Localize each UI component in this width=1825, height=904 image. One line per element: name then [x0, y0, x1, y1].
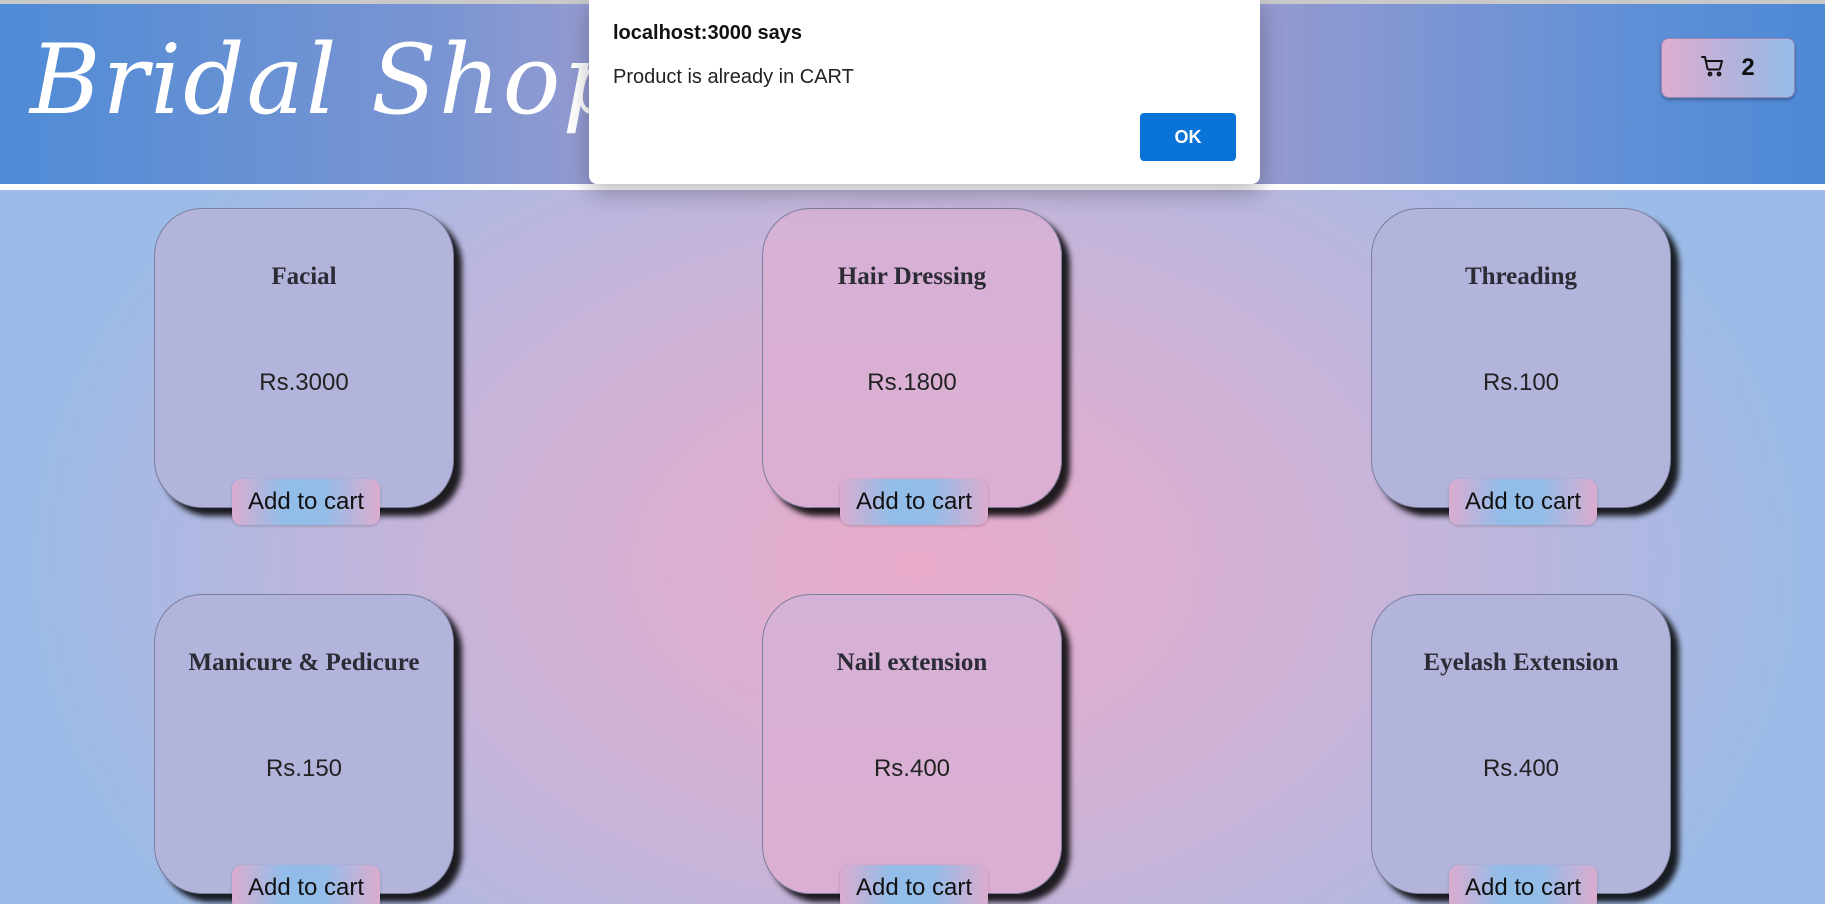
add-to-cart-button[interactable]: Add to cart [840, 865, 988, 904]
product-price: Rs.400 [1482, 755, 1560, 782]
alert-title: localhost:3000 says [613, 22, 802, 44]
product-title: Nail extension [836, 649, 988, 676]
product-title: Threading [1464, 263, 1578, 290]
product-price: Rs.400 [873, 755, 951, 782]
add-to-cart-button[interactable]: Add to cart [1449, 479, 1597, 525]
product-title: Eyelash Extension [1423, 649, 1619, 676]
add-to-cart-button[interactable]: Add to cart [232, 865, 380, 904]
product-price: Rs.1800 [867, 369, 957, 396]
cart-button[interactable]: 2 [1661, 38, 1795, 98]
product-card: Manicure & Pedicure Rs.150 Add to cart [154, 594, 454, 904]
add-to-cart-button[interactable]: Add to cart [1449, 865, 1597, 904]
cart-count-badge: 2 [1741, 54, 1755, 81]
product-price: Rs.100 [1482, 369, 1560, 396]
product-title: Manicure & Pedicure [188, 649, 420, 676]
product-price: Rs.3000 [259, 369, 349, 396]
product-card: Nail extension Rs.400 Add to cart [762, 594, 1062, 904]
product-card: Threading Rs.100 Add to cart [1371, 208, 1671, 525]
add-to-cart-button[interactable]: Add to cart [840, 479, 988, 525]
add-to-cart-button[interactable]: Add to cart [232, 479, 380, 525]
product-title: Hair Dressing [837, 263, 987, 290]
product-card: Facial Rs.3000 Add to cart [154, 208, 454, 525]
alert-ok-button[interactable]: OK [1140, 113, 1236, 161]
product-card: Eyelash Extension Rs.400 Add to cart [1371, 594, 1671, 904]
shopping-cart-icon [1701, 54, 1725, 82]
product-card: Hair Dressing Rs.1800 Add to cart [762, 208, 1062, 525]
header-divider [0, 184, 1825, 190]
product-title: Facial [271, 263, 337, 290]
product-price: Rs.150 [265, 755, 343, 782]
alert-dialog: localhost:3000 says Product is already i… [589, 0, 1260, 184]
site-logo[interactable]: Bridal Shop [30, 32, 626, 128]
alert-message: Product is already in CART [613, 66, 854, 88]
